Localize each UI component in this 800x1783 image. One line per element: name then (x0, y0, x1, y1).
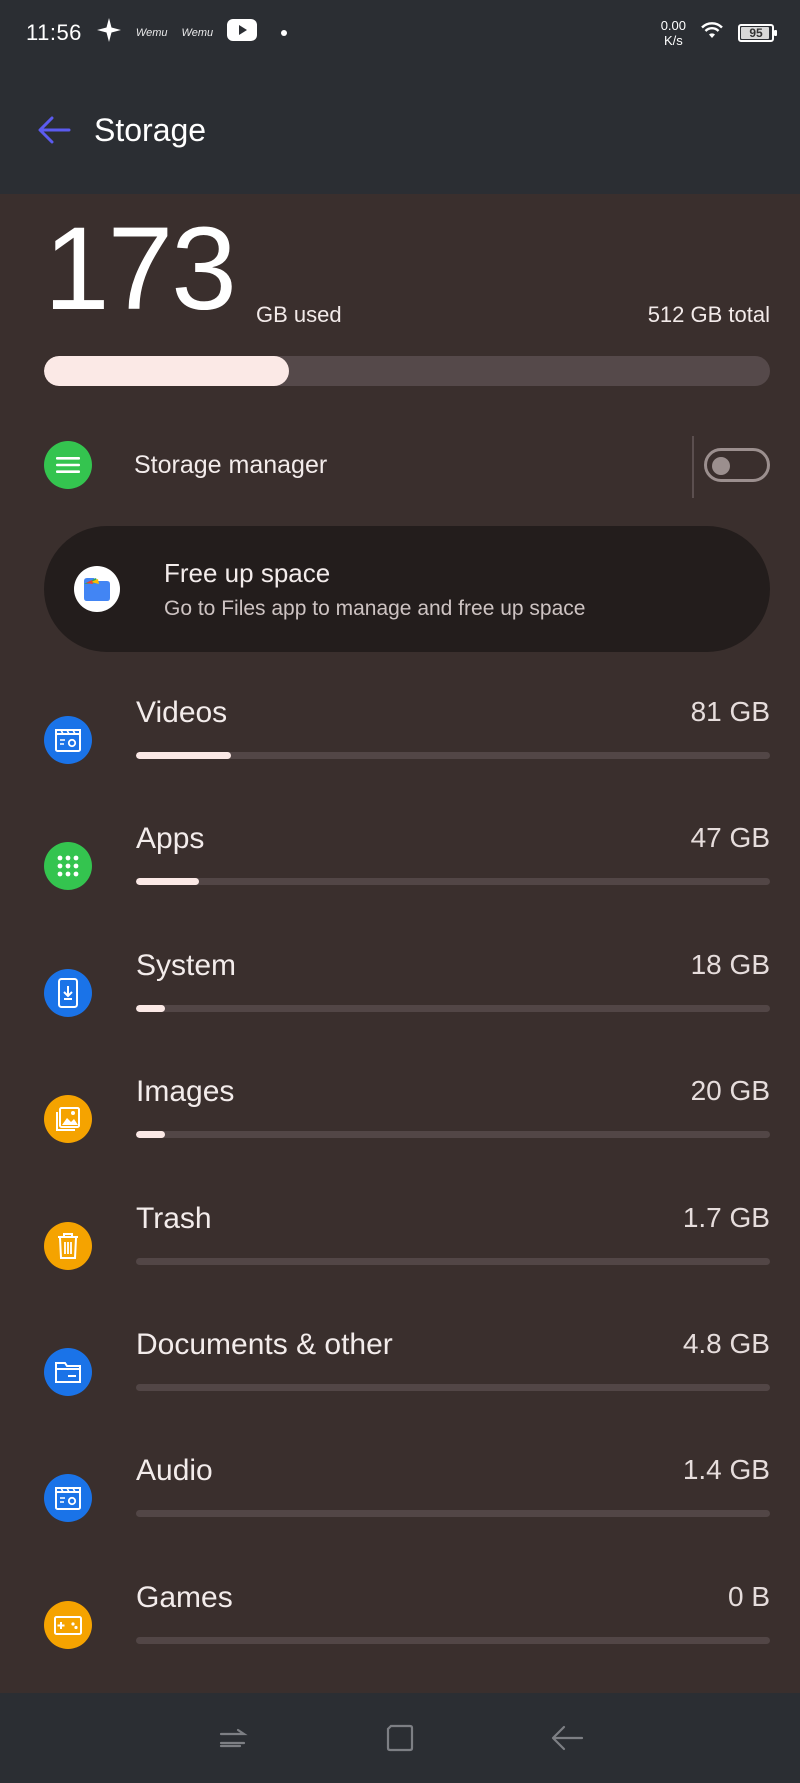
category-label: Apps (136, 822, 205, 856)
nav-back-button[interactable] (542, 1713, 592, 1763)
category-usage-bar (136, 752, 770, 759)
category-row-system[interactable]: System 18 GB (44, 949, 770, 1049)
category-size: 1.4 GB (682, 1454, 770, 1486)
total-label: 512 GB total (647, 302, 770, 327)
battery-level: 95 (749, 26, 763, 40)
wemu-icon: Wemu (135, 27, 168, 39)
free-up-title: Free up space (164, 557, 331, 588)
category-row-audio[interactable]: Audio 1.4 GB (44, 1454, 770, 1554)
storage-manager-label: Storage manager (134, 450, 328, 479)
category-row-games[interactable]: Games 0 B (44, 1581, 770, 1681)
category-usage-bar (136, 1384, 770, 1391)
status-time: 11:56 (26, 20, 82, 45)
category-size: 20 GB (690, 1075, 770, 1107)
recents-icon (220, 1728, 248, 1748)
folder-icon (44, 1348, 92, 1396)
wifi-icon (700, 20, 724, 46)
category-usage-fill (136, 1004, 165, 1012)
category-size: 4.8 GB (682, 1328, 770, 1359)
category-size: 18 GB (690, 948, 770, 980)
category-usage-fill (136, 1131, 165, 1139)
category-row-documents-other[interactable]: Documents & other 4.8 GB (44, 1328, 770, 1428)
home-icon (386, 1724, 414, 1752)
storage-manager-toggle[interactable] (704, 448, 770, 482)
storage-usage-fill (44, 356, 290, 386)
category-usage-bar (136, 1636, 770, 1644)
category-label: System (136, 948, 237, 982)
wemu-icon: Wemu (181, 27, 214, 39)
category-label: Videos (136, 696, 228, 729)
back-icon (551, 1725, 583, 1751)
category-usage-bar (136, 878, 770, 886)
category-label: Documents & other (136, 1328, 393, 1361)
net-speed: 0.00 K/s (661, 18, 686, 48)
sparkle-icon (96, 17, 122, 49)
category-size: 47 GB (690, 822, 770, 854)
category-row-trash[interactable]: Trash 1.7 GB (44, 1202, 770, 1302)
image-icon (44, 1095, 92, 1144)
category-usage-fill (136, 752, 232, 759)
category-label: Audio (136, 1454, 213, 1488)
clapper-icon (44, 716, 92, 764)
storage-summary: 173 GB used 512 GB total (44, 210, 770, 334)
youtube-icon (227, 19, 258, 47)
app-bar: Storage (0, 66, 800, 194)
storage-usage-bar (44, 356, 770, 386)
category-usage-bar (136, 1004, 770, 1012)
battery-icon: 95 (738, 24, 777, 42)
arrow-left-icon (38, 116, 71, 144)
used-number: 173 (44, 203, 237, 335)
category-size: 1.7 GB (682, 1201, 770, 1233)
category-usage-bar (136, 1510, 770, 1518)
category-usage-fill (136, 878, 200, 886)
category-size: 0 B (727, 1580, 770, 1612)
category-usage-bar (136, 1257, 770, 1265)
back-button[interactable] (24, 100, 84, 160)
category-row-apps[interactable]: Apps 47 GB (44, 822, 770, 922)
navigation-bar (0, 1693, 800, 1783)
category-label: Images (136, 1075, 235, 1109)
toggle-knob (712, 457, 730, 475)
net-speed-value: 0.00 (660, 18, 686, 33)
phone-download-icon (44, 968, 92, 1017)
divider (692, 436, 694, 498)
category-row-images[interactable]: Images 20 GB (44, 1075, 770, 1175)
used-label: GB used (256, 302, 342, 327)
net-speed-unit: K/s (663, 33, 683, 48)
category-usage-bar (136, 1131, 770, 1139)
recents-button[interactable] (208, 1713, 258, 1763)
files-app-icon (74, 566, 120, 612)
list-icon (44, 441, 92, 489)
free-up-space-card[interactable]: Free up space Go to Files app to manage … (44, 526, 770, 652)
category-row-videos[interactable]: Videos 81 GB (44, 696, 770, 796)
apps-grid-icon (44, 842, 92, 891)
trash-icon (44, 1221, 92, 1270)
storage-manager-row[interactable]: Storage manager (44, 436, 770, 498)
category-size: 81 GB (690, 696, 770, 727)
gamepad-icon (44, 1600, 92, 1649)
category-label: Trash (136, 1201, 212, 1235)
page-title: Storage (94, 111, 207, 148)
dot-icon (281, 30, 288, 36)
home-button[interactable] (375, 1713, 425, 1763)
status-bar: 11:56 Wemu Wemu 0.00 K/s 95 (0, 0, 800, 66)
clapper-icon (44, 1474, 92, 1523)
free-up-subtitle: Go to Files app to manage and free up sp… (164, 596, 586, 620)
category-label: Games (136, 1580, 233, 1614)
